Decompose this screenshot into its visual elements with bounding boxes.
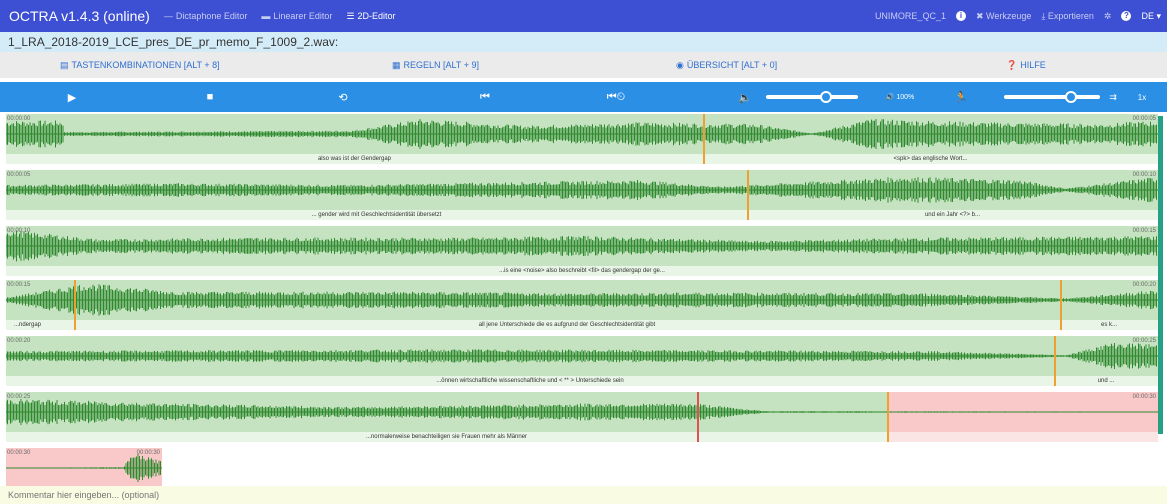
nav-dictaphone-editor[interactable]: — Dictaphone Editor xyxy=(164,11,248,21)
minus-icon: — xyxy=(163,11,173,21)
shortcuts-bar: ▤ TASTENKOMBINATIONEN [ALT + 8] ▦ REGELN… xyxy=(0,52,1167,78)
tools-label: Werkzeuge xyxy=(986,10,1032,21)
line-end-time: 00:00:15 xyxy=(1132,228,1156,234)
waveform-line[interactable]: 00:00:10 00:00:15 ...is eine <noise> also … xyxy=(6,226,1158,276)
speed-slider-knob[interactable] xyxy=(1065,91,1078,103)
segment-transcript[interactable]: es k... xyxy=(1060,320,1158,330)
list-icon: ☰ xyxy=(346,10,355,21)
export-label: Exportieren xyxy=(1047,10,1094,21)
play-icon[interactable]: ▶ xyxy=(64,82,80,112)
line-start-time: 00:00:00 xyxy=(7,116,31,122)
waveform xyxy=(6,177,1158,203)
info-icon[interactable]: i xyxy=(955,11,966,21)
volume-readout: 🔊 100% xyxy=(880,82,920,112)
repeat-icon[interactable]: ⟲ xyxy=(334,82,352,112)
speed-slider[interactable] xyxy=(1004,91,1100,103)
speed-value: 1x xyxy=(1137,92,1147,102)
line-end-time: 00:00:10 xyxy=(1132,172,1156,178)
line-start-time: 00:00:05 xyxy=(7,172,31,178)
waveform-line[interactable]: 00:00:05 00:00:10 ... gender wird mit Gesc… xyxy=(6,170,1158,220)
segment-transcript[interactable]: und ... xyxy=(1054,376,1158,386)
waveform xyxy=(6,284,1158,316)
scroll-indicator[interactable] xyxy=(1158,116,1163,434)
line-start-time: 00:00:15 xyxy=(7,282,31,288)
stop-icon[interactable]: ■ xyxy=(202,82,218,112)
segment-transcript[interactable]: all jene Unterschiede die es aufgrund de… xyxy=(74,320,1060,330)
volume-up-icon: 🔊 xyxy=(885,94,895,101)
waveform-area[interactable]: 00:00:00 00:00:05 also was ist der Genderg… xyxy=(0,114,1167,498)
waveform xyxy=(6,230,1158,262)
line-end-time: 00:00:05 xyxy=(1132,116,1156,122)
line-start-time: 00:00:25 xyxy=(7,394,31,400)
segment-label-background xyxy=(887,432,1158,442)
segment-transcript[interactable]: ... gender wird mit Geschlechtsidentität… xyxy=(6,210,747,220)
line-start-time: 00:00:30 xyxy=(7,450,31,456)
waveform xyxy=(6,119,1158,149)
project-name[interactable]: UNIMORE_QC_1 xyxy=(875,11,946,21)
eye-icon: ◉ xyxy=(676,60,684,70)
overview-button[interactable]: ◉ ÜBERSICHT [ALT + 0] xyxy=(676,52,777,78)
gear-icon[interactable]: ✲ xyxy=(1104,11,1112,22)
navbar-right: UNIMORE_QC_1 i ✖ Werkzeuge ⤓ Exportieren… xyxy=(875,0,1161,32)
tools-menu[interactable]: ✖ Werkzeuge xyxy=(976,11,1031,22)
segment-transcript[interactable]: also was ist der Gendergap xyxy=(6,154,703,164)
waveform-line[interactable]: 00:00:20 00:00:25 ...önnen wirtschaftliche… xyxy=(6,336,1158,386)
top-navbar: OCTRA v1.4.3 (online) — Dictaphone Edito… xyxy=(0,0,1167,32)
comment-input[interactable] xyxy=(0,486,1167,504)
volume-icon[interactable]: 🔈 xyxy=(738,82,752,112)
line-end-time: 00:00:30 xyxy=(136,450,160,456)
nav-linear-editor[interactable]: ▬ Linearer Editor xyxy=(261,11,332,21)
segment-boundary[interactable] xyxy=(887,392,889,442)
language-label: DE xyxy=(1141,10,1154,21)
waveform-line[interactable]: 00:00:25 00:00:30 ...normalerweise benacht… xyxy=(6,392,1158,442)
rules-button[interactable]: ▦ REGELN [ALT + 9] xyxy=(392,52,479,78)
segment-transcript[interactable]: ...is eine <noise> also beschreibt <fil>… xyxy=(6,266,1158,276)
segment-transcript[interactable]: ...normalerweise benachteiligen sie Frau… xyxy=(6,432,887,442)
step-backward-icon[interactable]: ⏮ xyxy=(478,82,492,112)
table-icon: ▦ xyxy=(392,60,401,70)
nav-dictaphone-label: Dictaphone Editor xyxy=(175,11,248,21)
line-start-time: 00:00:20 xyxy=(7,338,31,344)
segment-transcript[interactable]: <spk> das englische Wort... xyxy=(703,154,1158,164)
backward-time-icon[interactable]: ⏮⏲ xyxy=(606,82,626,112)
segment-transcript[interactable]: und ein Jahr <?> b... xyxy=(747,210,1158,220)
overview-label: ÜBERSICHT [ALT + 0] xyxy=(686,60,778,70)
volume-slider[interactable] xyxy=(766,91,858,103)
keyboard-shortcuts-label: TASTENKOMBINATIONEN [ALT + 8] xyxy=(71,60,220,70)
segment-transcript[interactable]: ...ndergap xyxy=(6,320,74,330)
line-end-time: 00:00:20 xyxy=(1132,282,1156,288)
file-name: 1_LRA_2018-2019_LCE_pres_DE_pr_memo_F_10… xyxy=(0,32,1167,52)
help-button[interactable]: ❓ HILFE xyxy=(1006,52,1046,78)
speed-percent: 100% xyxy=(896,93,915,101)
nav-linear-label: Linearer Editor xyxy=(273,11,333,21)
line-end-time: 00:00:25 xyxy=(1132,338,1156,344)
nav-2d-editor[interactable]: ☰ 2D-Editor xyxy=(346,11,395,22)
walking-icon[interactable]: ⇉ xyxy=(1106,82,1120,112)
waveform-line[interactable]: 00:00:15 00:00:20 ...ndergap all jene Unter… xyxy=(6,280,1158,330)
window-icon: ▬ xyxy=(261,11,271,21)
nav-2d-label: 2D-Editor xyxy=(357,11,396,21)
volume-slider-knob[interactable] xyxy=(819,91,832,103)
question-icon: ❓ xyxy=(1006,60,1018,70)
app-brand[interactable]: OCTRA v1.4.3 (online) xyxy=(9,8,150,24)
segment-transcript[interactable]: ...önnen wirtschaftliche wissenschaftlic… xyxy=(6,376,1054,386)
waveform xyxy=(6,343,1158,369)
language-select[interactable]: DE ▾ xyxy=(1141,11,1161,22)
waveform-line[interactable]: 00:00:00 00:00:05 also was ist der Genderg… xyxy=(6,114,1158,164)
keyboard-icon: ▤ xyxy=(60,60,69,70)
download-icon: ⤓ xyxy=(1041,10,1046,21)
export-menu[interactable]: ⤓ Exportieren xyxy=(1041,11,1094,22)
wrench-icon: ✖ xyxy=(975,10,984,21)
keyboard-shortcuts-button[interactable]: ▤ TASTENKOMBINATIONEN [ALT + 8] xyxy=(60,52,220,78)
line-end-time: 00:00:30 xyxy=(1132,394,1156,400)
player-bar: ▶ ■ ⟲ ⏮ ⏮⏲ 🔈 🔊 100% 🏃 ⇉ 1x xyxy=(0,82,1167,112)
help-icon[interactable]: ? xyxy=(1121,11,1132,21)
waveform xyxy=(6,399,1158,425)
line-start-time: 00:00:10 xyxy=(7,228,31,234)
help-label: HILFE xyxy=(1020,60,1046,70)
rules-label: REGELN [ALT + 9] xyxy=(403,60,479,70)
running-icon[interactable]: 🏃 xyxy=(954,82,968,112)
